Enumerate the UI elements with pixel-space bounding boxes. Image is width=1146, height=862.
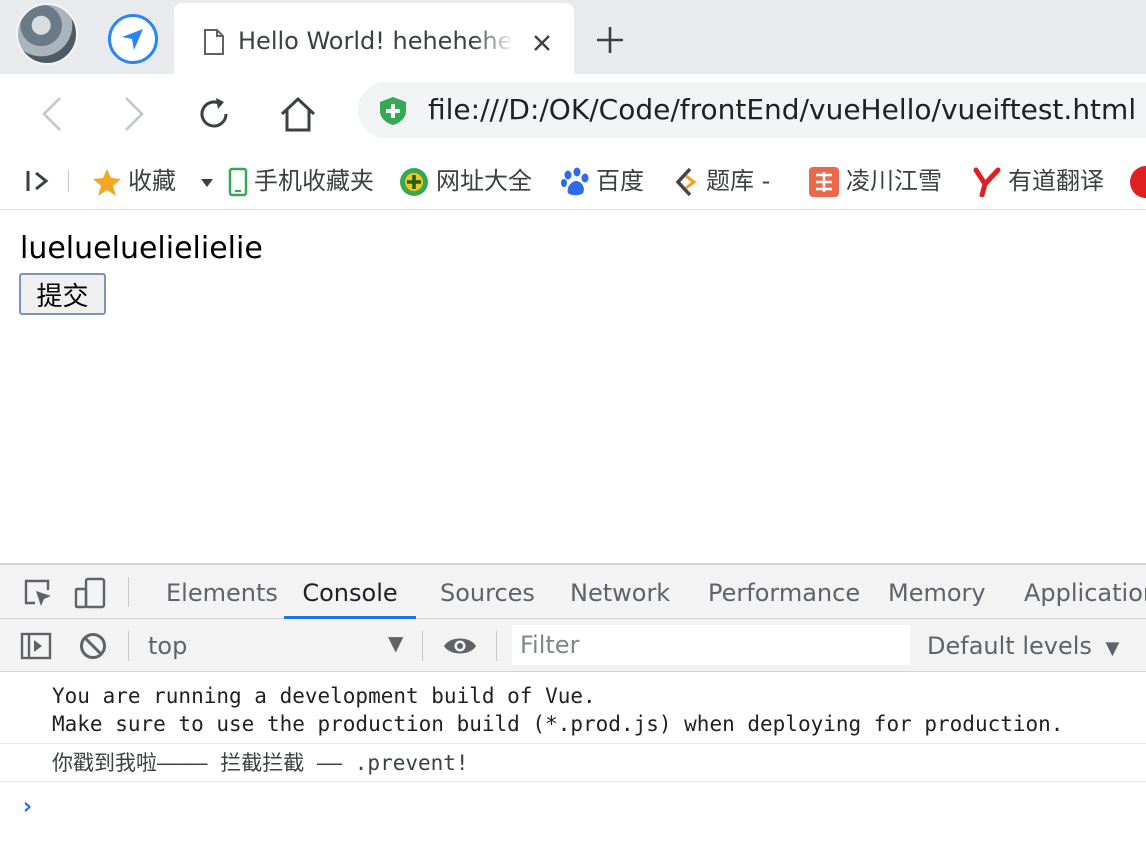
plus-circle-icon — [400, 168, 428, 196]
console-line: Make sure to use the production build (*… — [52, 712, 1064, 736]
back-icon[interactable] — [32, 94, 72, 134]
eye-icon[interactable] — [442, 635, 478, 657]
bookmark-label: 收藏 — [128, 167, 176, 195]
navigation-arrow-icon[interactable] — [108, 14, 158, 64]
inspect-element-icon[interactable] — [22, 577, 54, 609]
more-bookmark-icon[interactable] — [1130, 166, 1146, 198]
bookmark-youdao[interactable]: 有道翻译 — [972, 164, 1104, 198]
page-icon — [204, 29, 224, 55]
sidebar-toggle-icon[interactable] — [24, 168, 52, 194]
close-icon[interactable] — [530, 31, 554, 55]
star-icon — [93, 169, 121, 196]
console-message: You are running a development build of V… — [0, 682, 1146, 744]
context-selector[interactable]: top — [148, 629, 187, 663]
bookmark-mobile[interactable]: 手机收藏夹 — [228, 164, 374, 198]
bookmark-label: 凌川江雪 — [846, 167, 942, 195]
log-levels-dropdown[interactable]: Default levels ▼ — [927, 629, 1119, 666]
tab-title: Hello World! hehehehehe — [238, 27, 514, 55]
secure-shield-icon — [380, 97, 406, 125]
console-filter-bar: top ▼ Default levels ▼ — [0, 619, 1146, 672]
tab-strip: Hello World! hehehehehe — [0, 0, 1146, 74]
forward-icon[interactable] — [114, 94, 154, 134]
youdao-icon — [973, 167, 1001, 197]
bookmark-question-bank[interactable]: 题库 - — [672, 164, 770, 198]
filter-divider — [128, 631, 129, 661]
submit-button[interactable]: 提交 — [19, 273, 106, 315]
page-content: luelueluelielielie 提交 — [0, 210, 1146, 563]
console-line: You are running a development build of V… — [52, 684, 596, 708]
bookmark-label: 百度 — [596, 167, 644, 195]
bookmark-label: 有道翻译 — [1008, 167, 1104, 195]
bookmark-favorites[interactable]: 收藏 — [92, 164, 176, 198]
tab-application[interactable]: Application — [1024, 565, 1146, 619]
tab-sources[interactable]: Sources — [440, 565, 535, 619]
devtools-divider — [128, 577, 129, 607]
chevron-down-icon[interactable]: ▼ — [388, 631, 403, 655]
filter-divider — [422, 631, 423, 661]
address-bar[interactable]: file:///D:/OK/Code/frontEnd/vueHello/vue… — [358, 82, 1146, 138]
bookmark-jianshu[interactable]: 凌川江雪 — [808, 164, 942, 198]
tab-console[interactable]: Console — [284, 565, 416, 619]
chevron-down-icon: ▼ — [1105, 638, 1120, 659]
tab-elements[interactable]: Elements — [166, 565, 278, 619]
console-prompt[interactable]: › — [20, 792, 34, 820]
console-output: You are running a development build of V… — [0, 672, 1146, 862]
browser-toolbar: file:///D:/OK/Code/frontEnd/vueHello/vue… — [0, 74, 1146, 152]
console-line: 你戳到我啦———— 拦截拦截 —— .prevent! — [52, 751, 469, 775]
chevron-down-icon[interactable] — [200, 178, 214, 188]
device-toolbar-icon[interactable] — [74, 577, 108, 609]
new-tab-plus-icon[interactable] — [594, 24, 626, 56]
log-levels-label: Default levels — [927, 632, 1092, 660]
bookmarks-bar: 收藏 手机收藏夹 网址大全 百度 题库 - 凌川江雪 有道翻译 — [0, 152, 1146, 210]
bookmark-directory[interactable]: 网址大全 — [398, 164, 532, 198]
devtools-panel: Elements Console Sources Network Perform… — [0, 563, 1146, 862]
tab-memory[interactable]: Memory — [888, 565, 986, 619]
url-text: file:///D:/OK/Code/frontEnd/vueHello/vue… — [428, 93, 1137, 126]
tab-network[interactable]: Network — [570, 565, 670, 619]
console-message: 你戳到我啦———— 拦截拦截 —— .prevent! — [0, 746, 1146, 782]
sidebar-panel-icon[interactable] — [20, 631, 52, 661]
paw-icon — [561, 167, 589, 196]
jian-icon — [809, 167, 839, 197]
bookmark-label: 题库 - — [706, 167, 771, 195]
bookmark-label: 网址大全 — [436, 167, 532, 195]
clear-console-icon[interactable] — [78, 631, 108, 661]
tab-performance[interactable]: Performance — [708, 565, 860, 619]
bookmark-label: 手机收藏夹 — [254, 167, 374, 195]
profile-avatar[interactable] — [16, 3, 78, 65]
bookmarks-divider — [68, 170, 69, 192]
bookmark-icon — [675, 167, 697, 197]
active-tab[interactable]: Hello World! hehehehehe — [174, 3, 574, 74]
bookmark-baidu[interactable]: 百度 — [560, 164, 644, 198]
phone-icon — [228, 167, 248, 197]
home-icon[interactable] — [278, 94, 318, 134]
devtools-tabbar: Elements Console Sources Network Perform… — [0, 565, 1146, 619]
reload-icon[interactable] — [194, 94, 234, 134]
filter-divider — [496, 631, 497, 661]
filter-input[interactable] — [512, 625, 910, 665]
message-text: luelueluelielielie — [20, 231, 263, 266]
